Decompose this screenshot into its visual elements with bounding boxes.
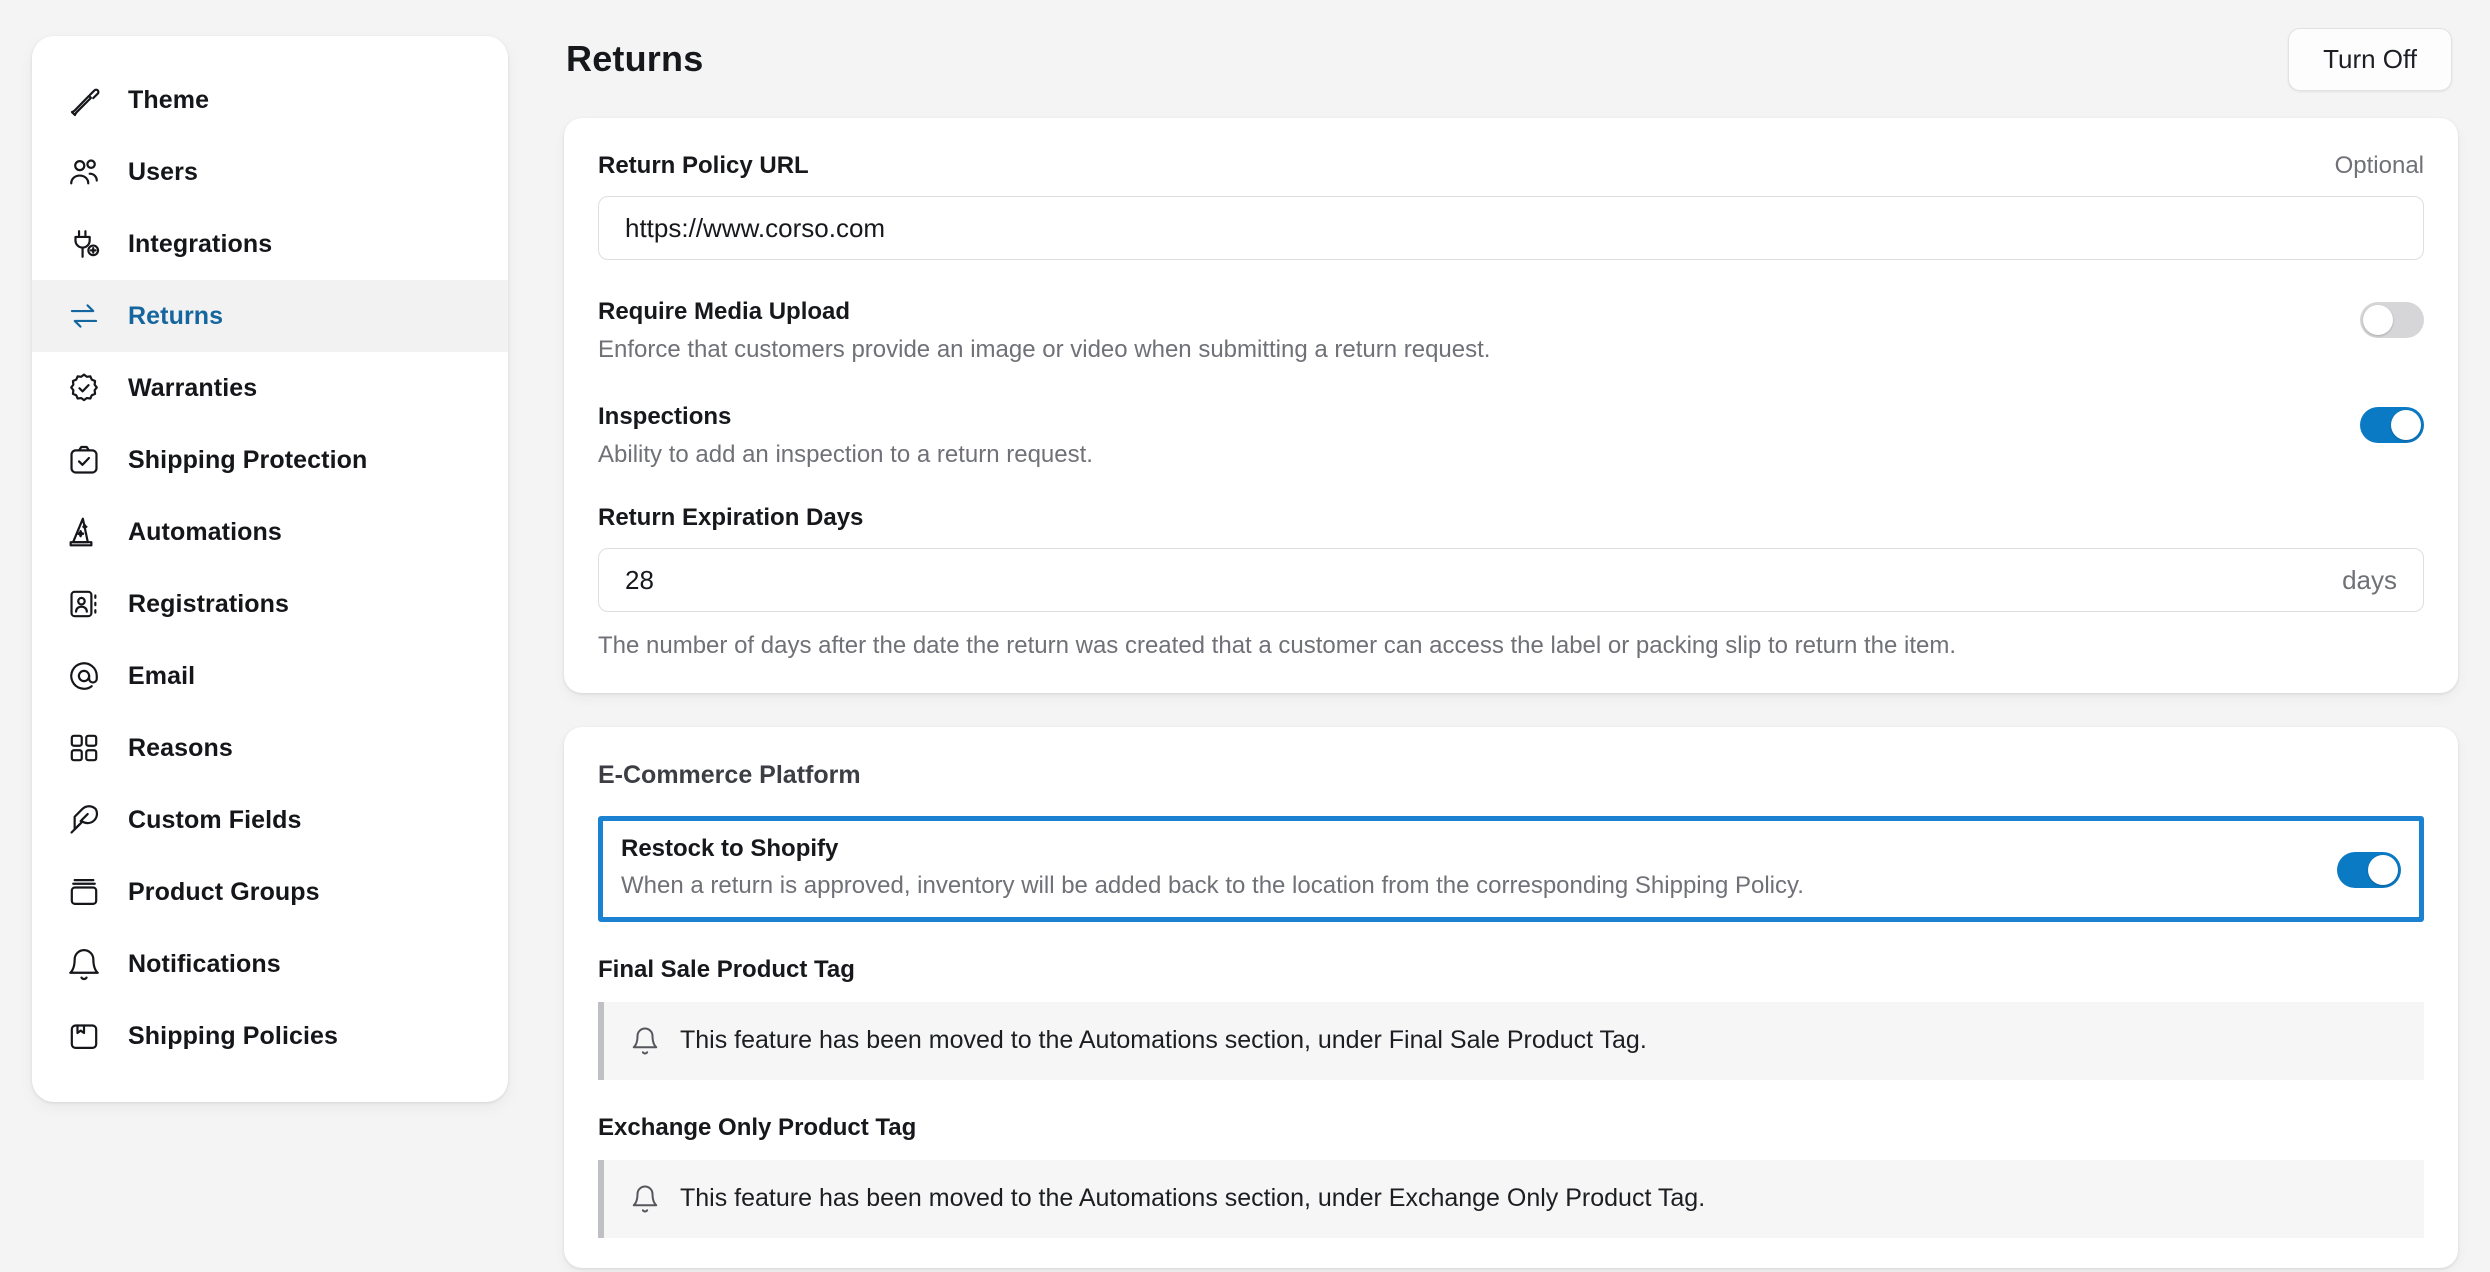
restock-to-shopify-title: Restock to Shopify — [621, 834, 839, 862]
returns-settings-card: Return Policy URL Optional https://www.c… — [564, 118, 2458, 693]
inspections-title: Inspections — [598, 403, 732, 431]
return-expiration-days-help: The number of days after the date the re… — [598, 632, 1957, 660]
package-icon — [66, 1018, 102, 1054]
sidebar-item-users[interactable]: Users — [32, 136, 508, 208]
sidebar-item-automations[interactable]: Automations — [32, 496, 508, 568]
sidebar-item-label: Custom Fields — [128, 805, 302, 834]
inspections-description: Ability to add an inspection to a return… — [598, 441, 1093, 469]
final-sale-product-tag-message: This feature has been moved to the Autom… — [680, 1026, 1647, 1055]
badge-check-icon — [66, 370, 102, 406]
at-sign-icon — [66, 658, 102, 694]
sidebar-item-label: Integrations — [128, 229, 273, 258]
sidebar-item-label: Notifications — [128, 949, 281, 978]
bell-icon — [630, 1026, 660, 1056]
ecommerce-platform-card: E-Commerce Platform Restock to Shopify W… — [564, 726, 2458, 1268]
sidebar-item-label: Automations — [128, 517, 282, 546]
require-media-upload-description: Enforce that customers provide an image … — [598, 336, 1491, 363]
inspections-row: Inspections Ability to add an inspection… — [598, 403, 2424, 470]
sidebar-item-label: Registrations — [128, 589, 290, 618]
sidebar-item-email[interactable]: Email — [32, 640, 508, 712]
sidebar-item-label: Returns — [128, 301, 224, 330]
sidebar-item-warranties[interactable]: Warranties — [32, 352, 508, 424]
return-policy-url-input[interactable]: https://www.corso.com — [598, 196, 2424, 260]
exchange-only-product-tag-callout: This feature has been moved to the Autom… — [598, 1159, 2424, 1238]
arrows-exchange-icon — [66, 298, 102, 334]
id-card-icon — [66, 586, 102, 622]
users-icon — [66, 154, 102, 190]
main-content: Returns Turn Off Return Policy URL Optio… — [508, 0, 2490, 1268]
sidebar-item-label: Shipping Policies — [128, 1021, 339, 1050]
require-media-upload-title: Require Media Upload — [598, 298, 851, 325]
final-sale-product-tag-callout: This feature has been moved to the Autom… — [598, 1001, 2424, 1080]
toggle-knob — [2363, 305, 2393, 335]
restock-to-shopify-row[interactable]: Restock to Shopify When a return is appr… — [598, 815, 2424, 922]
toggle-knob — [2391, 410, 2421, 441]
return-expiration-days-value: 28 — [625, 564, 654, 595]
sidebar-item-label: Product Groups — [128, 877, 320, 906]
sidebar-item-label: Warranties — [128, 373, 258, 402]
wizard-hat-icon — [66, 514, 102, 550]
sidebar-item-shipping-policies[interactable]: Shipping Policies — [32, 1000, 508, 1072]
sidebar-item-label: Email — [128, 661, 196, 690]
sidebar-item-label: Users — [128, 157, 198, 186]
return-expiration-days-input[interactable]: 28 days — [598, 548, 2424, 613]
return-policy-url-value: https://www.corso.com — [625, 212, 886, 243]
sidebar-item-integrations[interactable]: Integrations — [32, 208, 508, 280]
toggle-knob — [2368, 854, 2398, 885]
sidebar-item-registrations[interactable]: Registrations — [32, 568, 508, 640]
inspections-toggle[interactable] — [2360, 407, 2424, 444]
sidebar-item-theme[interactable]: Theme — [32, 64, 508, 136]
sidebar-item-shipping-protection[interactable]: Shipping Protection — [32, 424, 508, 496]
bell-icon — [630, 1184, 660, 1214]
sidebar-item-custom-fields[interactable]: Custom Fields — [32, 784, 508, 856]
settings-sidebar: Theme Users Integrations Returns Warranties S… — [32, 36, 508, 1102]
feather-icon — [66, 802, 102, 838]
sidebar-item-label: Shipping Protection — [128, 445, 368, 474]
return-expiration-days-unit: days — [2342, 564, 2397, 595]
page-title: Returns — [566, 38, 704, 79]
return-policy-url-label: Return Policy URL — [598, 152, 809, 179]
grid-squares-icon — [66, 730, 102, 766]
plug-plus-icon — [66, 226, 102, 262]
restock-to-shopify-description: When a return is approved, inventory wil… — [621, 871, 1804, 899]
exchange-only-product-tag-label: Exchange Only Product Tag — [598, 1113, 917, 1141]
return-expiration-days-group: Return Expiration Days 28 days The numbe… — [598, 504, 2424, 662]
final-sale-product-tag-label: Final Sale Product Tag — [598, 955, 855, 983]
sidebar-item-notifications[interactable]: Notifications — [32, 928, 508, 1000]
sidebar-item-label: Theme — [128, 85, 210, 114]
stacked-box-icon — [66, 874, 102, 910]
bell-icon — [66, 946, 102, 982]
exchange-only-product-tag-message: This feature has been moved to the Autom… — [680, 1184, 1706, 1213]
return-policy-url-optional-tag: Optional — [2334, 152, 2424, 179]
sidebar-item-returns[interactable]: Returns — [32, 280, 508, 352]
sidebar-item-reasons[interactable]: Reasons — [32, 712, 508, 784]
page-header: Returns Turn Off — [564, 0, 2458, 118]
return-policy-url-label-row: Return Policy URL Optional — [598, 152, 2424, 180]
settings-page: Theme Users Integrations Returns Warranties S… — [0, 0, 2490, 1272]
box-check-icon — [66, 442, 102, 478]
return-expiration-days-label: Return Expiration Days — [598, 504, 864, 532]
turn-off-button[interactable]: Turn Off — [2288, 27, 2452, 91]
require-media-upload-row: Require Media Upload Enforce that custom… — [598, 298, 2424, 365]
sidebar-item-product-groups[interactable]: Product Groups — [32, 856, 508, 928]
ecommerce-platform-heading: E-Commerce Platform — [598, 760, 861, 789]
require-media-upload-toggle[interactable] — [2360, 302, 2424, 338]
restock-to-shopify-toggle[interactable] — [2337, 851, 2401, 888]
sidebar-item-label: Reasons — [128, 733, 233, 762]
brush-icon — [66, 82, 102, 118]
